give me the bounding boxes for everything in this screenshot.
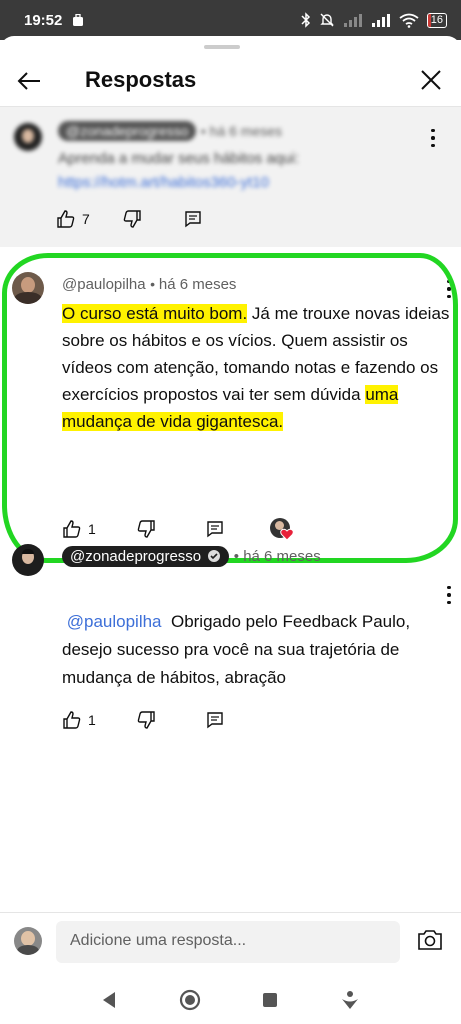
comment-time: há 6 meses [243,548,321,565]
battery-level: 16 [430,13,443,26]
reply-comment: @zonadeprogresso • há 6 meses @paulopilh… [0,536,461,729]
back-arrow-icon[interactable] [14,66,44,96]
reply-button[interactable] [184,210,202,228]
back-nav-icon[interactable] [101,991,117,1009]
thumbs-down-icon [123,210,141,228]
like-count: 1 [88,712,96,728]
author-name[interactable]: @zonadeprogresso [58,121,197,141]
thumbs-down-icon [137,711,155,729]
dislike-button[interactable] [136,710,206,730]
annotation-outline [2,253,458,563]
thumbs-up-icon [63,711,81,729]
battery-icon: 16 [426,12,447,28]
notification-icon [73,13,84,26]
replies-sheet: Respostas @zonadeprogresso • há 6 meses … [0,36,461,1024]
avatar[interactable] [14,123,42,151]
comment-text: @paulopilha Obrigado pelo Feedback Paulo… [62,612,411,687]
comment-link[interactable]: https://hotm.art/habitos360-yt10 [58,171,299,195]
parent-comment: @zonadeprogresso • há 6 meses Aprenda a … [0,107,461,247]
status-time: 19:52 [24,11,63,29]
reply-bar: Adicione uma resposta... [0,912,461,976]
mention-link[interactable]: @paulopilha [67,612,162,631]
comment-time: há 6 meses [209,123,283,139]
system-nav-bar [0,976,461,1024]
assistant-nav-icon[interactable] [340,990,360,1010]
avatar[interactable] [12,544,44,576]
user-avatar [14,927,42,955]
drag-handle[interactable] [204,45,240,49]
page-title: Respostas [85,67,197,92]
dislike-button[interactable] [122,209,184,229]
wifi-icon [399,13,419,28]
mute-icon [320,13,334,27]
bluetooth-icon [301,12,310,28]
verified-icon [208,550,221,562]
header: Respostas [0,54,461,106]
signal-icon-2 [371,14,390,27]
home-nav-icon[interactable] [179,989,201,1011]
reply-input[interactable]: Adicione uma resposta... [56,921,400,963]
signal-icon-1 [343,14,362,27]
like-button[interactable]: 7 [56,209,122,229]
more-options-icon[interactable] [428,127,438,149]
status-bar: 19:52 16 [0,0,461,40]
close-icon[interactable] [417,66,445,94]
comment-text: Aprenda a mudar seus hábitos aqui: [58,150,299,167]
like-count: 7 [82,211,90,227]
camera-icon[interactable] [417,928,443,952]
more-options-icon[interactable] [444,584,454,606]
author-name[interactable]: @zonadeprogresso [62,546,230,567]
reply-button[interactable] [206,711,224,729]
recents-nav-icon[interactable] [262,992,278,1008]
thumbs-up-icon [57,210,75,228]
like-button[interactable]: 1 [62,710,136,730]
comment-icon [185,211,201,228]
comment-icon [207,712,223,729]
